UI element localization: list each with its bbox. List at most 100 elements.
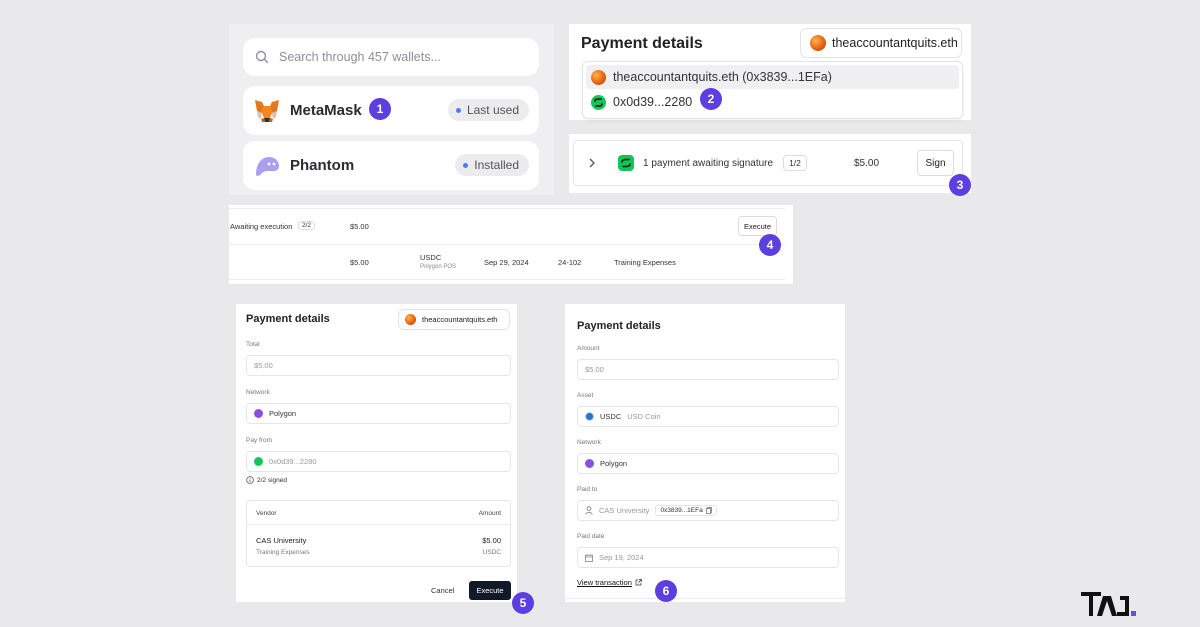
payment-select-panel: Payment details theaccountantquits.eth t… [569, 24, 971, 120]
step-badge: 6 [655, 580, 677, 602]
last-used-badge: Last used [447, 99, 529, 121]
search-icon [255, 50, 269, 64]
user-icon [585, 506, 593, 515]
cancel-button[interactable]: Cancel [431, 586, 454, 595]
execute-button[interactable]: Execute [469, 581, 511, 600]
safe-icon [254, 457, 263, 466]
logo-mark [1081, 592, 1136, 616]
wallet-picker-panel: Search through 457 wallets... MetaMask L… [229, 24, 554, 195]
address-chip[interactable]: 0x3839...1EFa [655, 505, 717, 516]
network-label: Network [246, 389, 270, 396]
payment-amount: $5.00 [854, 157, 880, 169]
status-dot [463, 162, 469, 168]
asset-name: USD Coin [627, 412, 661, 421]
amount-value: $5.00 [585, 365, 604, 374]
execution-table-panel: Awaiting execution 2/2 $5.00 Execute $5.… [229, 205, 793, 284]
paiddate-label: Paid date [577, 533, 605, 540]
vendor-amount: $5.00 [482, 536, 501, 545]
payfrom-label: Pay from [246, 437, 273, 444]
sign-button[interactable]: Sign [917, 150, 954, 176]
avatar-icon [591, 69, 606, 85]
ens-name: theaccountantquits.eth [422, 315, 498, 324]
avatar-icon [810, 35, 826, 51]
panel-title: Payment details [577, 320, 661, 332]
option-label: 0x0d39...2280 [613, 95, 693, 109]
receipt-panel: Payment details Amount $5.00 Asset USDC … [565, 304, 845, 602]
total-field[interactable]: $5.00 [246, 355, 511, 376]
polygon-icon [585, 459, 594, 468]
badge-label: Last used [466, 103, 519, 117]
search-placeholder: Search through 457 wallets... [279, 50, 441, 64]
vendor-summary-table: Vendor Amount CAS University Training Ex… [246, 500, 511, 567]
status-label: Awaiting execution [230, 222, 293, 231]
wallet-option-metamask[interactable]: MetaMask Last used [243, 86, 539, 135]
ens-name: theaccountantquits.eth [832, 36, 958, 50]
amount-header: Amount [478, 510, 501, 517]
row-network: Polygon POS [420, 264, 457, 270]
network-value: Polygon [600, 459, 628, 468]
network-field[interactable]: Polygon [577, 453, 839, 474]
divider [229, 244, 785, 245]
paiddate-value: Sep 19, 2024 [599, 553, 644, 562]
total-amount: $5.00 [350, 222, 369, 231]
step-badge: 1 [369, 98, 391, 120]
awaiting-signature-label: 1 payment awaiting signature [643, 157, 774, 169]
asset-field[interactable]: USDC USD Coin [577, 406, 839, 427]
paidto-field[interactable]: CAS University 0x3839...1EFa [577, 500, 839, 521]
row-date: Sep 29, 2024 [484, 258, 529, 267]
dropdown-option-safe[interactable]: 0x0d39...2280 [586, 90, 959, 114]
execute-form-panel: Payment details theaccountantquits.eth T… [236, 304, 517, 602]
payfrom-value: 0x0d39...2280 [269, 457, 317, 466]
panel-title: Payment details [581, 35, 703, 52]
paiddate-field[interactable]: Sep 19, 2024 [577, 547, 839, 568]
dropdown-option-ens[interactable]: theaccountantquits.eth (0x3839...1EFa) [586, 65, 959, 89]
installed-badge: Installed [455, 154, 529, 176]
row-asset: USDC [420, 253, 442, 262]
wallet-option-phantom[interactable]: Phantom Installed [243, 141, 539, 190]
safe-icon [591, 94, 606, 110]
ens-account-pill[interactable]: theaccountantquits.eth [398, 309, 510, 330]
external-link-icon [635, 579, 642, 586]
execute-button[interactable]: Execute [738, 216, 777, 236]
amount-label: Amount [577, 345, 600, 352]
signed-count-badge: 2/2 [298, 221, 316, 230]
badge-label: Installed [474, 158, 519, 172]
step-badge: 3 [949, 174, 971, 196]
network-field[interactable]: Polygon [246, 403, 511, 424]
ens-account-pill[interactable]: theaccountantquits.eth [800, 28, 962, 58]
panel-title: Payment details [246, 313, 330, 325]
wallet-name: Phantom [290, 157, 355, 174]
copy-icon[interactable] [705, 507, 712, 514]
account-dropdown: theaccountantquits.eth (0x3839...1EFa) 0… [582, 61, 963, 119]
wallet-search-input[interactable]: Search through 457 wallets... [243, 38, 539, 76]
payfrom-field[interactable]: 0x0d39...2280 [246, 451, 511, 472]
polygon-icon [254, 409, 263, 418]
paidto-name: CAS University [599, 506, 650, 515]
vendor-name: CAS University [256, 536, 307, 545]
view-transaction-link[interactable]: View transaction [577, 578, 642, 587]
amount-field[interactable]: $5.00 [577, 359, 839, 380]
paidto-address: 0x3839...1EFa [660, 507, 703, 514]
signature-count-badge: 1/2 [783, 155, 807, 171]
total-value: $5.00 [254, 361, 273, 370]
chevron-right-icon[interactable] [588, 158, 596, 168]
paidto-label: Paid to [577, 486, 598, 493]
asset-symbol: USDC [600, 412, 622, 421]
awaiting-signature-row[interactable]: 1 payment awaiting signature 1/2 $5.00 S… [573, 140, 963, 186]
option-label: theaccountantquits.eth (0x3839...1EFa) [613, 70, 832, 84]
divider [229, 279, 785, 280]
vendor-asset: USDC [482, 549, 501, 556]
signature-panel: 1 payment awaiting signature 1/2 $5.00 S… [569, 134, 971, 193]
calendar-icon [585, 553, 593, 562]
row-amount: $5.00 [350, 258, 369, 267]
metamask-fox-icon [255, 99, 279, 122]
avatar-icon [405, 314, 416, 325]
vendor-category: Training Expenses [256, 549, 310, 556]
step-badge: 5 [512, 592, 534, 614]
info-icon [246, 476, 254, 484]
step-badge: 2 [700, 88, 722, 110]
divider [565, 598, 845, 599]
divider [229, 208, 785, 209]
divider [247, 524, 510, 525]
signed-status: 2/2 signed [246, 476, 287, 484]
